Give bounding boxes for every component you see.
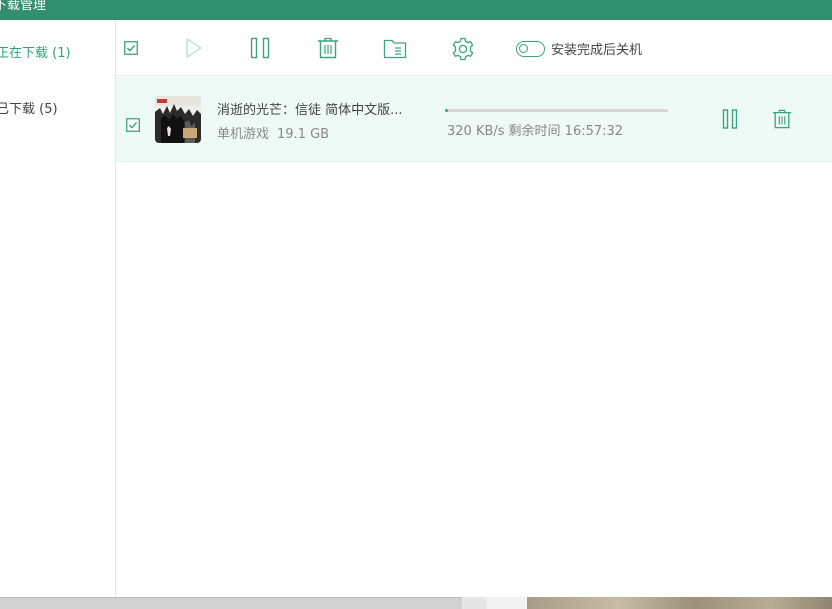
sidebar-item-downloading[interactable]: 正在下载 (1) [0,42,71,61]
checkbox-checked-icon [124,41,138,55]
titlebar: 下载管理 [0,0,832,20]
progress-bar [445,109,668,112]
backdrop-image [527,597,832,609]
download-manager-window: 下载管理 正在下载 (1) 已下载 (5) 安装完成后关机 消逝的光芒：信徒 简… [0,0,832,597]
row-pause-button[interactable] [722,109,738,133]
backdrop-window-edge [0,597,462,609]
pause-icon [722,109,738,129]
game-category: 单机游戏 [217,127,270,142]
sidebar-item-downloaded[interactable]: 已下载 (5) [0,98,58,117]
select-all-checkbox[interactable] [124,41,138,55]
delete-all-button[interactable] [317,37,339,59]
download-speed: 320 KB/s [447,124,505,139]
settings-button[interactable] [451,37,475,61]
backdrop-gap [487,597,527,609]
remaining-time: 剩余时间 16:57:32 [508,124,624,139]
game-size: 19.1 GB [277,127,330,142]
download-status: 320 KB/s 剩余时间 16:57:32 [447,120,623,139]
game-cover-image [155,96,201,143]
gear-icon [452,37,474,61]
toggle-knob [519,43,528,53]
game-meta: 单机游戏 19.1 GB [217,123,329,142]
toggle-switch[interactable] [516,40,545,57]
progress-fill [445,109,449,112]
desktop-backdrop [0,597,832,609]
start-all-button[interactable] [185,37,203,59]
download-row[interactable]: 消逝的光芒：信徒 简体中文版... 单机游戏 19.1 GB 320 KB/s 剩余… [116,77,832,162]
shutdown-after-install-toggle[interactable]: 安装完成后关机 [516,39,642,58]
toolbar: 安装完成后关机 [116,20,832,76]
shutdown-toggle-label: 安装完成后关机 [551,43,643,58]
pause-icon [250,37,270,59]
row-checkbox[interactable] [126,117,140,136]
play-icon [186,38,202,58]
row-delete-button[interactable] [772,109,792,133]
folder-icon [383,39,407,59]
pause-all-button[interactable] [250,37,270,59]
trash-icon [318,37,338,59]
game-thumbnail [155,96,201,143]
window-title: 下载管理 [0,0,47,13]
checkbox-checked-icon [126,118,140,132]
trash-icon [772,109,792,129]
sidebar: 正在下载 (1) 已下载 (5) [0,20,116,597]
open-folder-button[interactable] [383,37,407,59]
game-title: 消逝的光芒：信徒 简体中文版... [217,103,403,118]
